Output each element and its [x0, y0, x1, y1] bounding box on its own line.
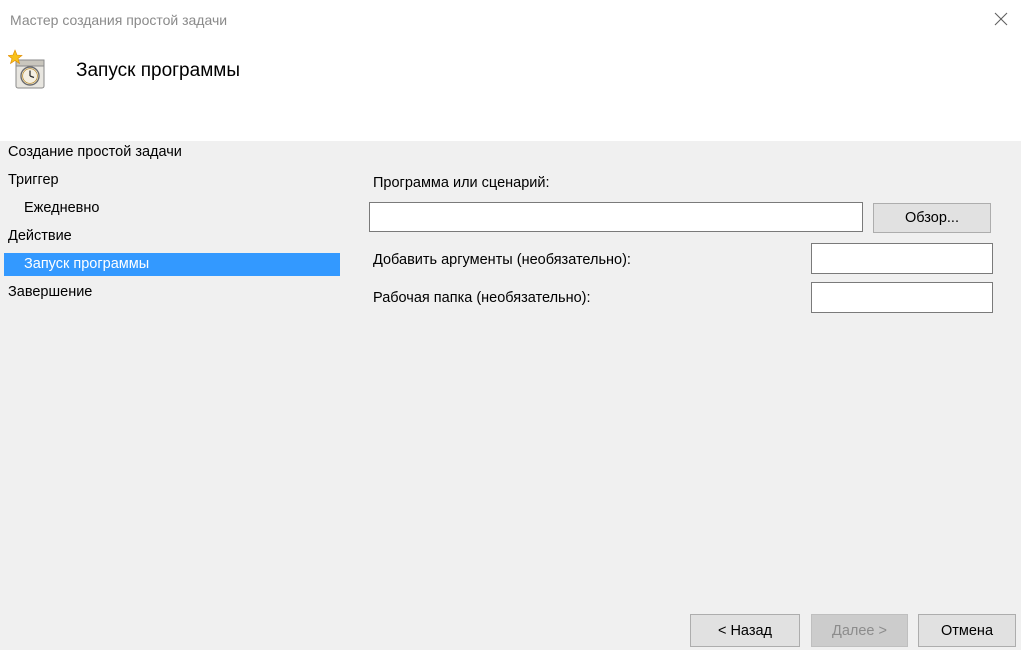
window-title: Мастер создания простой задачи — [10, 12, 228, 28]
browse-button[interactable]: Обзор... — [873, 203, 991, 233]
step-action: Действие — [8, 228, 72, 244]
close-button[interactable] — [984, 4, 1018, 34]
step-daily: Ежедневно — [24, 200, 100, 216]
header-area: Мастер создания простой задачи Запуск пр… — [0, 0, 1021, 141]
task-scheduler-icon — [8, 49, 45, 89]
close-icon — [994, 12, 1008, 26]
program-input[interactable] — [369, 202, 863, 232]
step-start-program: Запуск программы — [4, 253, 340, 276]
step-trigger: Триггер — [8, 172, 59, 188]
step-create-task: Создание простой задачи — [8, 144, 182, 160]
arguments-label: Добавить аргументы (необязательно): — [373, 252, 631, 268]
working-folder-input[interactable] — [811, 282, 993, 313]
step-finish: Завершение — [8, 284, 93, 300]
next-button[interactable]: Далее > — [811, 614, 908, 647]
cancel-button[interactable]: Отмена — [918, 614, 1016, 647]
back-button[interactable]: < Назад — [690, 614, 800, 647]
program-label: Программа или сценарий: — [373, 175, 550, 191]
working-folder-label: Рабочая папка (необязательно): — [373, 290, 591, 306]
arguments-input[interactable] — [811, 243, 993, 274]
wizard-window: Мастер создания простой задачи Запуск пр… — [0, 0, 1021, 650]
page-heading: Запуск программы — [76, 60, 240, 81]
